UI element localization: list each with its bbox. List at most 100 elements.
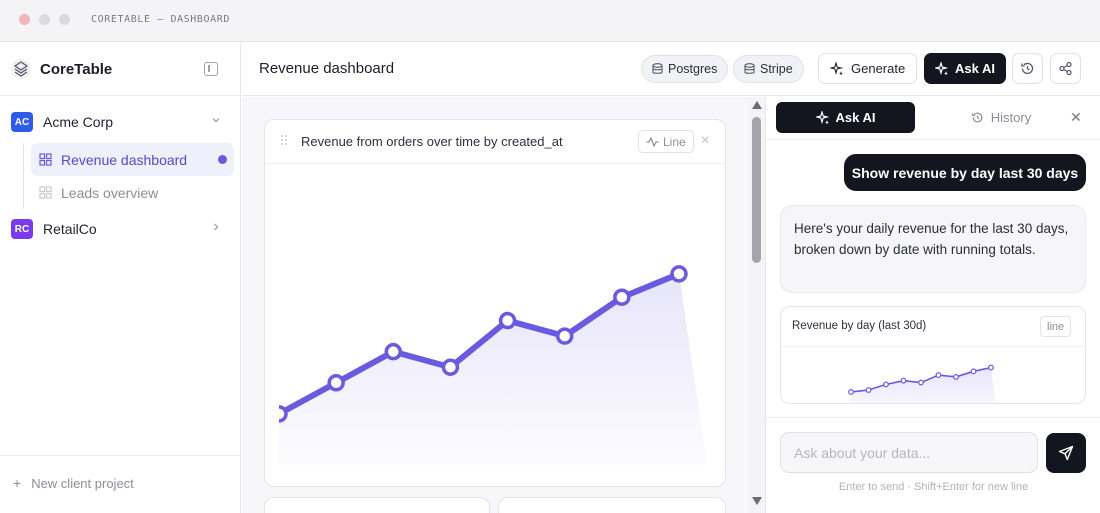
mini-revenue-line-chart-point bbox=[900, 377, 907, 384]
generate-label: Generate bbox=[851, 61, 906, 76]
minimize-window-dot[interactable] bbox=[39, 14, 50, 25]
chart-type-label: Line bbox=[663, 134, 686, 149]
history-button[interactable] bbox=[1012, 53, 1043, 84]
panel-divider bbox=[766, 139, 1100, 140]
mini-revenue-line-chart-point bbox=[935, 372, 942, 378]
revenue-line-chart-point bbox=[555, 327, 574, 345]
sparkles-icon bbox=[830, 61, 844, 75]
client-badge: AC bbox=[11, 112, 33, 132]
tab-history[interactable]: History bbox=[936, 102, 1066, 133]
chart-card[interactable]: Revenue from orders over time by created… bbox=[264, 119, 726, 487]
close-panel-icon[interactable]: ✕ bbox=[1070, 109, 1082, 126]
database-icon bbox=[652, 63, 663, 74]
chart-type-chip[interactable]: Line bbox=[638, 130, 694, 153]
collapse-sidebar-icon[interactable] bbox=[204, 62, 218, 76]
sparkles-icon bbox=[815, 110, 829, 124]
grid-icon bbox=[39, 153, 52, 166]
close-icon[interactable]: ✕ bbox=[700, 133, 710, 147]
brand-name: CoreTable bbox=[40, 60, 113, 78]
chart-card-stub[interactable] bbox=[264, 497, 490, 513]
chevron-down-icon bbox=[211, 115, 221, 128]
mini-revenue-line-chart-point bbox=[865, 387, 872, 393]
share-button[interactable] bbox=[1050, 53, 1081, 84]
chart-card-header: Revenue from orders over time by created… bbox=[265, 120, 725, 164]
sidebar-item-label: Revenue dashboard bbox=[61, 151, 188, 168]
brand[interactable]: CoreTable bbox=[10, 58, 112, 80]
revenue-line-chart-point bbox=[384, 342, 403, 361]
mini-revenue-line-chart-point bbox=[953, 374, 959, 380]
source-pill-stripe[interactable]: Stripe bbox=[733, 55, 804, 83]
mini-revenue-line-chart-point bbox=[848, 389, 854, 395]
sidebar: CoreTable AC Acme Corp Revenue dashboard… bbox=[0, 43, 241, 513]
page-title: Revenue dashboard bbox=[259, 60, 395, 77]
revenue-line-chart-point bbox=[613, 288, 631, 306]
client-badge: RC bbox=[11, 219, 33, 239]
chart-card-stub[interactable] bbox=[498, 497, 726, 513]
drag-handle-icon[interactable] bbox=[281, 135, 289, 147]
ask-ai-label: Ask AI bbox=[955, 61, 995, 76]
revenue-line-chart-point bbox=[327, 374, 345, 392]
mini-revenue-line-chart-point bbox=[918, 379, 924, 386]
grid-icon bbox=[39, 186, 52, 199]
ai-panel: Ask AI History ✕ Show revenue by day las… bbox=[765, 97, 1100, 513]
ask-ai-button[interactable]: Ask AI bbox=[924, 53, 1006, 84]
client-acme-corp[interactable]: AC Acme Corp bbox=[11, 111, 231, 133]
coretable-logo-icon bbox=[11, 59, 31, 79]
chart-title: Revenue from orders over time by created… bbox=[301, 134, 563, 149]
tab-label: History bbox=[990, 110, 1032, 125]
sidebar-item-revenue-dashboard[interactable]: Revenue dashboard bbox=[31, 143, 234, 176]
revenue-line-chart-point bbox=[498, 311, 517, 330]
revenue-line-chart-point bbox=[279, 405, 288, 423]
user-message: Show revenue by day last 30 days bbox=[844, 154, 1086, 191]
scroll-up-arrow-icon[interactable] bbox=[752, 101, 762, 109]
scroll-down-arrow-icon[interactable] bbox=[752, 497, 762, 505]
canvas-scrollbar[interactable] bbox=[749, 97, 765, 513]
revenue-line-chart-point bbox=[441, 358, 460, 376]
revenue-line-chart bbox=[279, 265, 707, 465]
ai-result-chart-card[interactable]: Revenue by day (last 30d) line bbox=[780, 306, 1086, 404]
active-indicator-dot bbox=[218, 155, 227, 164]
source-label: Postgres bbox=[668, 62, 718, 76]
ai-message: Here's your daily revenue for the last 3… bbox=[780, 205, 1086, 293]
send-icon bbox=[1058, 445, 1074, 461]
mini-revenue-line-chart-point bbox=[883, 381, 889, 388]
history-icon bbox=[971, 112, 983, 123]
window-titlebar: CORETABLE — DASHBOARD bbox=[0, 0, 1100, 42]
mini-revenue-line-chart-point bbox=[970, 368, 977, 375]
new-client-project-button[interactable]: + New client project bbox=[13, 475, 134, 491]
mini-revenue-line-chart-point bbox=[988, 364, 994, 371]
sidebar-divider bbox=[0, 95, 240, 96]
generate-button[interactable]: Generate bbox=[818, 53, 918, 84]
chevron-right-icon bbox=[211, 222, 221, 235]
source-label: Stripe bbox=[760, 62, 793, 76]
share-icon bbox=[1059, 61, 1072, 76]
input-hint: Enter to send · Shift+Enter for new line bbox=[838, 481, 1029, 493]
dashboard-canvas: Revenue from orders over time by created… bbox=[242, 97, 749, 513]
client-retailco[interactable]: RC RetailCo bbox=[11, 218, 231, 240]
revenue-line-chart-point bbox=[670, 265, 688, 283]
tab-ask-ai[interactable]: Ask AI bbox=[776, 102, 915, 133]
sidebar-item-label: Leads overview bbox=[61, 184, 159, 201]
source-pill-postgres[interactable]: Postgres bbox=[641, 55, 729, 83]
maximize-window-dot[interactable] bbox=[59, 14, 70, 25]
database-icon bbox=[744, 63, 755, 74]
dashboard-header: Revenue dashboard Postgres Stripe Genera… bbox=[242, 43, 1100, 96]
line-chart-icon bbox=[646, 136, 659, 147]
sparkles-icon bbox=[935, 61, 949, 75]
tree-line bbox=[23, 143, 24, 209]
send-button[interactable] bbox=[1046, 433, 1086, 473]
close-window-dot[interactable] bbox=[19, 14, 30, 25]
revenue-line-chart-area bbox=[279, 273, 707, 465]
plus-icon: + bbox=[13, 475, 22, 491]
sidebar-item-leads-overview[interactable]: Leads overview bbox=[31, 176, 234, 209]
scrollbar-thumb[interactable] bbox=[752, 117, 761, 263]
history-icon bbox=[1021, 62, 1034, 75]
mini-chart-type-chip[interactable]: line bbox=[1040, 316, 1072, 337]
panel-divider bbox=[766, 417, 1100, 418]
client-name: Acme Corp bbox=[43, 114, 114, 130]
sidebar-divider bbox=[0, 455, 240, 456]
new-client-project-label: New client project bbox=[31, 475, 134, 491]
mini-revenue-line-chart bbox=[848, 364, 996, 403]
window-title: CORETABLE — DASHBOARD bbox=[91, 14, 231, 25]
ask-input[interactable] bbox=[780, 432, 1038, 473]
